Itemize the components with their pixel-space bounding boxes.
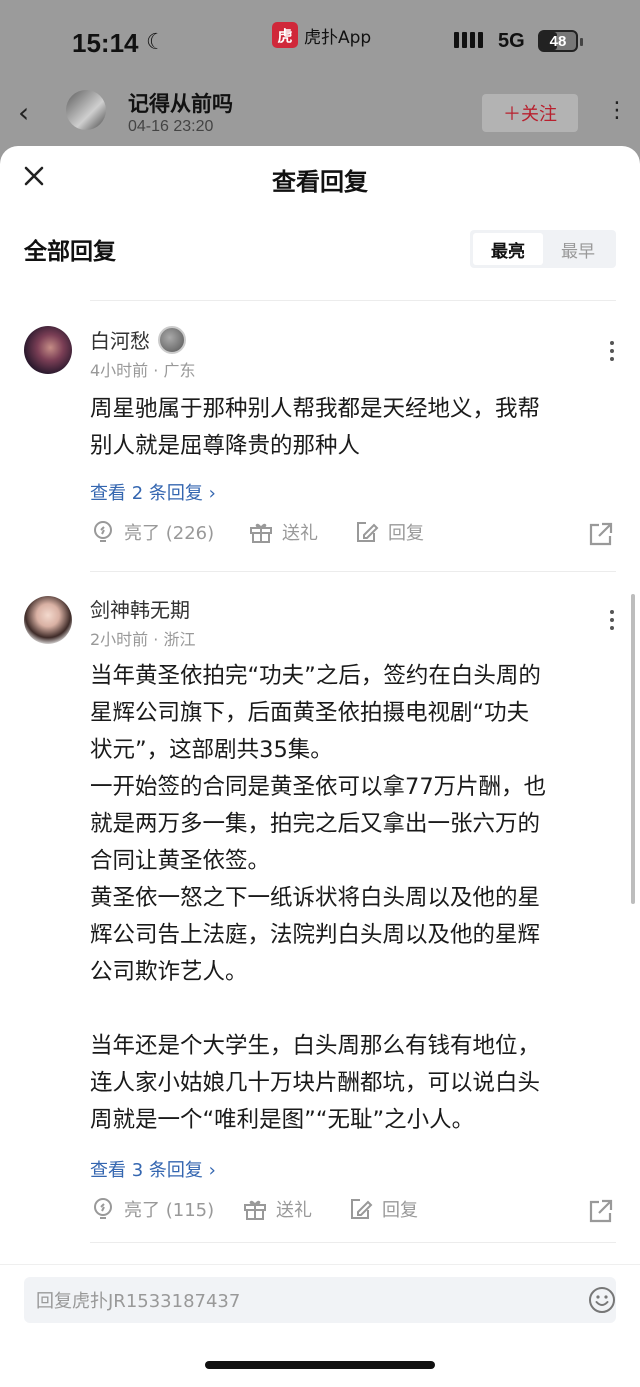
follow-button[interactable]: ＋关注 [482,94,578,132]
light-bulb-icon [94,521,112,542]
gift-icon [250,523,272,543]
status-time: 15:14 [72,28,139,58]
reply-button[interactable]: 回复 [348,1196,418,1222]
comment-meta: 4小时前 · 广东 [90,361,196,380]
section-header: 全部回复 最亮 最早 [0,212,640,292]
post-header: ‹ 记得从前吗 04-16 23:20 ＋关注 ⋮ [0,84,640,146]
gift-button[interactable]: 送礼 [242,1196,312,1222]
reply-label: 回复 [388,523,424,544]
gift-label: 送礼 [282,523,318,544]
author-avatar[interactable] [66,90,106,130]
light-bulb-icon [94,1198,112,1219]
app-badge: 虎 虎扑App [272,22,371,48]
more-icon[interactable]: ⋮ [606,98,628,123]
more-icon[interactable] [602,341,622,361]
moon-icon: ☾ [146,30,166,55]
comment-user: 白河愁 [90,325,186,354]
sheet-header: 查看回复 [0,146,640,212]
edit-icon [357,522,379,542]
gift-icon [244,1200,266,1220]
app-logo-icon: 虎 [272,22,298,48]
edit-icon [351,1199,373,1219]
view-replies-link[interactable]: 查看 3 条回复 › [90,1156,216,1182]
comment-item: 剑神韩无期 2小时前 · 浙江 当年黄圣依拍完“功夫”之后，签约在白头周的 星辉… [0,572,640,1242]
share-icon[interactable] [588,1198,614,1224]
network-type: 5G [498,30,525,52]
emoji-icon[interactable] [588,1286,616,1314]
home-indicator [205,1361,435,1369]
light-count: 亮了 (115) [124,1200,215,1221]
status-bar: 15:14 ☾ 虎 虎扑App 5G 48 [0,0,640,80]
more-icon[interactable] [602,610,622,630]
reply-button[interactable]: 回复 [354,519,424,545]
reply-label: 回复 [382,1200,418,1221]
post-date: 04-16 23:20 [128,118,214,135]
gift-label: 送礼 [276,1200,312,1221]
comment-text: 当年黄圣依拍完“功夫”之后，签约在白头周的 星辉公司旗下，后面黄圣依拍摄电视剧“… [90,663,547,1133]
scrollbar[interactable] [631,594,635,904]
battery-tip [580,38,583,46]
user-badge-icon [158,325,186,354]
sort-toggle: 最亮 最早 [470,230,616,268]
light-button[interactable]: 亮了 (115) [90,1196,214,1222]
username[interactable]: 白河愁 [90,325,150,354]
battery-level: 48 [549,32,567,50]
replies-sheet: 查看回复 全部回复 最亮 最早 白河愁 4小时前 · 广东 周星驰属于那种别人帮… [0,146,640,1387]
section-title: 全部回复 [24,239,116,265]
comment-text: 周星驰属于那种别人帮我都是天经地义，我帮 别人就是屈尊降贵的那种人 [90,396,541,459]
light-count: 亮了 (226) [124,523,215,544]
author-name[interactable]: 记得从前吗 [128,88,233,118]
gift-button[interactable]: 送礼 [248,519,318,545]
cellular-signal-icon [454,32,483,48]
avatar[interactable] [24,326,72,374]
comment-item: 白河愁 4小时前 · 广东 周星驰属于那种别人帮我都是天经地义，我帮 别人就是屈… [0,301,640,571]
username[interactable]: 剑神韩无期 [90,594,190,623]
comment-user: 剑神韩无期 [90,594,190,623]
share-icon[interactable] [588,521,614,547]
light-button[interactable]: 亮了 (226) [90,519,214,545]
comment-meta: 2小时前 · 浙江 [90,630,196,649]
divider [90,1242,616,1243]
reply-input[interactable]: 回复虎扑JR1533187437 [24,1277,616,1323]
reply-bar: 回复虎扑JR1533187437 [0,1264,640,1387]
comment-actions: 亮了 (115) 送礼 回复 [90,1196,618,1230]
avatar[interactable] [24,596,72,644]
sort-option-earliest[interactable]: 最早 [543,233,613,265]
battery-icon: 48 [538,30,578,52]
app-name: 虎扑App [304,27,372,48]
back-arrow-icon[interactable]: ‹ [18,96,29,129]
view-replies-link[interactable]: 查看 2 条回复 › [90,479,216,505]
sort-option-brightest[interactable]: 最亮 [473,233,543,265]
comment-actions: 亮了 (226) 送礼 回复 [90,519,618,553]
sheet-title: 查看回复 [272,168,368,196]
